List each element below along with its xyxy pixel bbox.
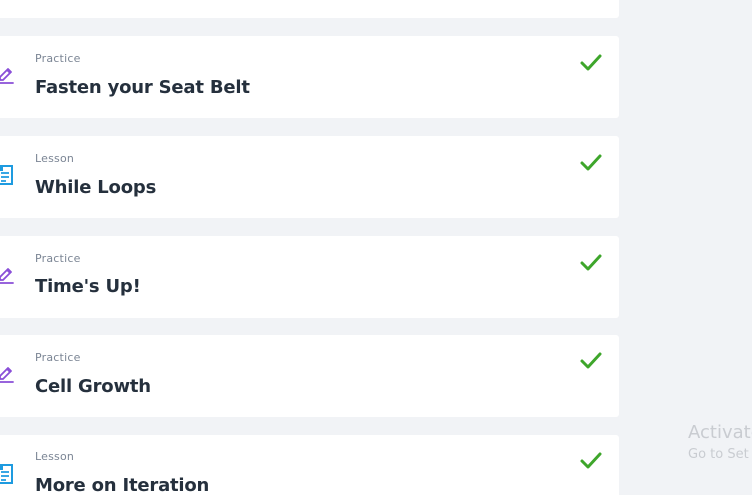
item-type-label: Practice [35,351,81,364]
item-type-label: Practice [35,52,81,65]
item-title[interactable]: Time's Up! [35,276,141,297]
document-icon [0,165,13,185]
watermark-line2: Go to Set [688,447,749,462]
pencil-icon [0,367,14,383]
checkmark-icon [580,254,602,271]
item-title[interactable]: More on Iteration [35,475,209,495]
item-title[interactable]: Cell Growth [35,376,151,397]
pencil-icon [0,268,14,284]
checkmark-icon [580,452,602,469]
list-item[interactable]: Lesson While Loops [0,136,619,218]
list-item[interactable]: Lesson More on Iteration [0,435,619,495]
checkmark-icon [580,54,602,71]
item-title[interactable]: Fasten your Seat Belt [35,77,250,98]
watermark-line1: Activate [688,422,752,443]
lesson-list-page: Practice Fasten your Seat Belt Lesson Wh… [0,0,752,495]
checkmark-icon [580,154,602,171]
list-item[interactable]: Practice Cell Growth [0,335,619,417]
list-item[interactable] [0,0,619,18]
item-title[interactable]: While Loops [35,177,156,198]
list-item[interactable]: Practice Time's Up! [0,236,619,318]
item-type-label: Lesson [35,450,75,463]
item-type-label: Lesson [35,152,75,165]
list-item[interactable]: Practice Fasten your Seat Belt [0,36,619,118]
document-icon [0,464,13,484]
checkmark-icon [580,352,602,369]
pencil-icon [0,68,14,84]
item-type-label: Practice [35,252,81,265]
activation-watermark: Activate Go to Set [688,422,752,464]
